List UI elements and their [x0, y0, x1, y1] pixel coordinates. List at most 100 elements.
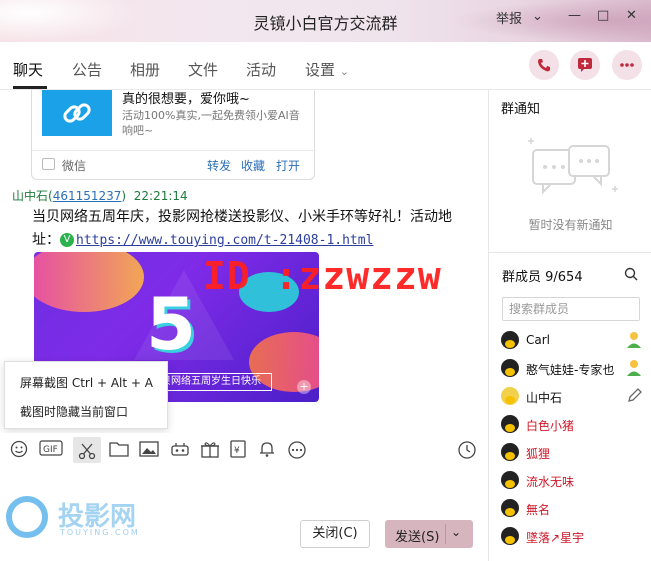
avatar: [501, 415, 519, 433]
member-name: 流水无味: [526, 475, 575, 489]
member-name: 憨气娃娃-专家也: [526, 363, 615, 377]
member-name: Carl: [526, 333, 550, 347]
member-item[interactable]: 白色小猪: [501, 414, 646, 436]
qq-number-close-paren: ): [121, 189, 127, 203]
member-name: 白色小猪: [526, 419, 575, 433]
ellipsis-icon: [620, 63, 634, 67]
history-icon[interactable]: [457, 440, 477, 460]
more-options-button[interactable]: [612, 50, 642, 80]
folder-icon[interactable]: [109, 440, 129, 460]
members-title: 群成员 9/654: [502, 270, 583, 285]
share-card-source: 微信: [62, 159, 87, 173]
favorite-link[interactable]: 收藏: [241, 157, 265, 174]
verified-icon: V: [60, 233, 74, 247]
avatar: [501, 471, 519, 489]
maximize-button[interactable]: □: [597, 8, 609, 23]
add-chat-button[interactable]: [570, 50, 600, 80]
member-item[interactable]: 流水无味: [501, 470, 646, 492]
game-icon[interactable]: [170, 440, 190, 460]
link-icon: [63, 103, 91, 123]
close-window-button[interactable]: ✕: [626, 8, 637, 23]
notice-empty-text: 暂时没有新通知: [528, 218, 613, 232]
member-name: 狐狸: [526, 447, 551, 461]
admin-badge-icon: [627, 360, 641, 376]
member-item[interactable]: 墜落↗星宇: [501, 526, 646, 548]
banner-ribbon: 贝网络五周岁生日快乐: [150, 373, 272, 391]
empty-notice-illustration: [528, 138, 618, 195]
member-item[interactable]: 狐狸: [501, 442, 646, 464]
group-side-panel: 群通知 暂时没有新通知 群成员 9/654 搜索群成员 Carl 憨气娃娃-专家…: [488, 90, 651, 561]
message-time: 22:21:14: [133, 189, 188, 203]
tab-activity[interactable]: 活动: [246, 59, 276, 80]
svg-text:GIF: GIF: [43, 445, 58, 455]
member-item[interactable]: 無名: [501, 498, 646, 520]
send-options-chevron-icon[interactable]: ⌄: [451, 525, 461, 539]
scissors-icon[interactable]: [73, 437, 101, 463]
member-search-icon[interactable]: [624, 267, 638, 285]
wechat-icon: [42, 158, 55, 170]
sender-qq-number[interactable]: 461151237: [53, 189, 122, 203]
image-icon[interactable]: [139, 440, 159, 460]
send-button-label: 发送(S): [395, 530, 440, 545]
sender-name[interactable]: 山中石: [12, 189, 48, 203]
chevron-down-icon: ⌄: [339, 65, 350, 78]
message-text: 当贝网络五周年庆，投影网抢楼送投影仪、小米手环等好礼！活动地址： Vhttps:/…: [32, 206, 472, 252]
menu-item-screenshot[interactable]: 屏幕截图 Ctrl + Alt + A: [20, 374, 153, 391]
image-expand-icon[interactable]: +: [297, 380, 311, 394]
report-button[interactable]: 举报: [496, 8, 522, 27]
touying-logo: 投影网 TOUYING.COM: [6, 494, 156, 544]
avatar: [501, 387, 519, 405]
member-item[interactable]: 山中石: [501, 386, 646, 408]
gift-icon[interactable]: [200, 440, 220, 460]
member-name: 墜落↗星宇: [526, 531, 585, 545]
member-item[interactable]: Carl: [501, 330, 646, 352]
tab-announcement[interactable]: 公告: [72, 59, 102, 80]
tab-chat[interactable]: 聊天: [13, 59, 43, 80]
member-name: 無名: [526, 503, 551, 517]
message-link[interactable]: https://www.touying.com/t-21408-1.html: [76, 233, 373, 248]
message-header: 山中石(461151237) 22:21:14: [12, 187, 188, 204]
logo-subtext: TOUYING.COM: [60, 528, 140, 537]
bell-icon[interactable]: [257, 440, 277, 460]
tab-settings-label: 设置: [305, 61, 336, 79]
phone-call-button[interactable]: [529, 50, 559, 80]
share-card[interactable]: 真的很想要，爱你哦~ 活动100%真实,一起免费领小爱AI音响吧~ 微信 转发 …: [31, 90, 316, 180]
dropdown-chevron-icon[interactable]: ⌄: [532, 9, 543, 24]
tab-album[interactable]: 相册: [130, 59, 160, 80]
share-card-footer: 微信 转发 收藏 打开: [32, 150, 316, 178]
window-title: 灵镜小白官方交流群: [253, 14, 398, 33]
group-notice-title: 群通知: [501, 102, 541, 117]
phone-icon: [538, 59, 550, 72]
avatar: [501, 359, 519, 377]
avatar: [501, 331, 519, 349]
title-bar: 灵镜小白官方交流群 举报 ⌄ — □ ✕: [0, 0, 651, 42]
input-toolbar: GIF ¥: [0, 433, 488, 469]
avatar: [501, 499, 519, 517]
screenshot-menu: 屏幕截图 Ctrl + Alt + A 截图时隐藏当前窗口: [4, 361, 168, 429]
avatar: [501, 443, 519, 461]
svg-text:¥: ¥: [234, 446, 240, 456]
menu-item-hide-window[interactable]: 截图时隐藏当前窗口: [20, 403, 128, 420]
tab-settings[interactable]: 设置 ⌄: [305, 59, 349, 80]
smile-icon[interactable]: [9, 440, 29, 460]
red-packet-icon[interactable]: ¥: [228, 440, 248, 460]
logo-ring: [6, 496, 48, 538]
edit-pencil-icon[interactable]: [626, 387, 642, 405]
more-icon[interactable]: [287, 440, 307, 460]
close-button[interactable]: 关闭(C): [300, 520, 370, 548]
member-search-input[interactable]: 搜索群成员: [502, 297, 640, 321]
member-name: 山中石: [526, 391, 563, 405]
minimize-button[interactable]: —: [568, 8, 581, 23]
open-link[interactable]: 打开: [276, 157, 300, 174]
send-button[interactable]: 发送(S) ⌄: [385, 520, 473, 548]
panel-divider: [489, 252, 651, 253]
tab-files[interactable]: 文件: [188, 59, 218, 80]
forward-link[interactable]: 转发: [207, 157, 231, 174]
banner-decor: [34, 252, 144, 312]
gif-icon[interactable]: GIF: [39, 440, 63, 460]
banner-five-graphic: 5: [146, 282, 197, 366]
member-item[interactable]: 憨气娃娃-专家也: [501, 358, 646, 380]
add-message-icon: [578, 58, 592, 72]
send-button-divider: [445, 524, 446, 544]
share-card-description: 活动100%真实,一起免费领小爱AI音响吧~: [122, 109, 300, 137]
